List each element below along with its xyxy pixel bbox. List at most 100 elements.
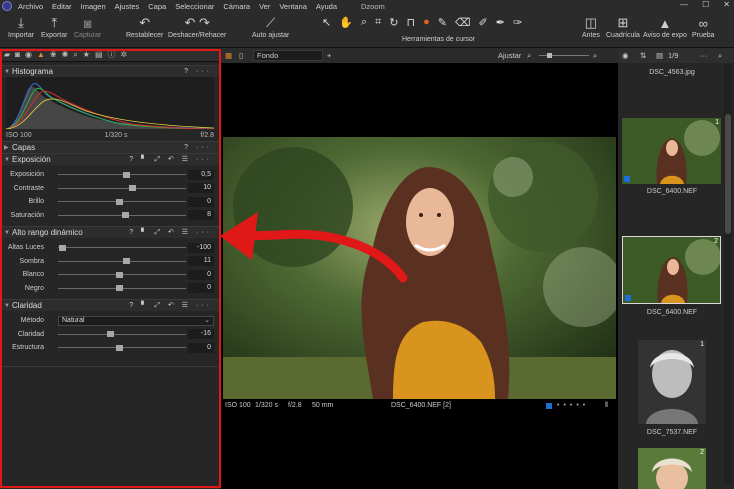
slider-track[interactable]: [58, 244, 186, 251]
zoom-slider[interactable]: [539, 53, 589, 58]
slider-value[interactable]: 0: [188, 283, 214, 294]
menu-imagen[interactable]: Imagen: [81, 2, 106, 11]
grid-button[interactable]: ⊞ Cuadrícula: [606, 14, 640, 39]
clipboard-icon[interactable]: ▤: [95, 50, 103, 59]
exposure-tab-icon[interactable]: ▲: [37, 50, 45, 59]
section-tools[interactable]: ? ▘ ⤢ ↶ ☰ ···: [129, 155, 212, 164]
crop-icon[interactable]: ⌗: [375, 16, 381, 29]
slider-row[interactable]: Contraste 10: [0, 182, 220, 196]
zoom-in-icon[interactable]: ⌕: [593, 51, 597, 61]
menu-ventana[interactable]: Ventana: [279, 2, 307, 11]
menu-ver[interactable]: Ver: [259, 2, 270, 11]
section-tools[interactable]: ? ···: [184, 144, 212, 151]
histogram-header[interactable]: ▼ Histograma ? ···: [0, 65, 220, 77]
browser-scrollbar[interactable]: [724, 64, 732, 484]
slider-value[interactable]: 11: [188, 256, 214, 267]
add-icon[interactable]: +: [327, 51, 331, 60]
slider-knob[interactable]: [116, 198, 124, 205]
layers-header[interactable]: ▶ Capas ? ···: [0, 141, 220, 153]
slider-track[interactable]: [58, 185, 186, 192]
slider-track[interactable]: [58, 171, 186, 178]
menu-ayuda[interactable]: Ayuda: [316, 2, 337, 11]
menu-camara[interactable]: Cámara: [223, 2, 250, 11]
menu-capa[interactable]: Capa: [148, 2, 166, 11]
slider-row[interactable]: Exposición 0,5: [0, 168, 220, 182]
thumbnail-2-selected[interactable]: 2: [622, 236, 721, 304]
rating-dots[interactable]: •••••: [557, 402, 589, 409]
zoom-knob[interactable]: [547, 53, 552, 58]
menu-editar[interactable]: Editar: [52, 2, 72, 11]
minimize-icon[interactable]: —: [680, 0, 688, 9]
color-tag-icon[interactable]: [625, 295, 631, 301]
slider-value[interactable]: 0: [188, 269, 214, 280]
capture-button[interactable]: ◙ Capturar: [74, 14, 101, 40]
hdr-header[interactable]: ▼ Alto rango dinámico ? ▘ ⤢ ↶ ☰ ···: [0, 226, 220, 238]
menu-seleccionar[interactable]: Seleccionar: [175, 2, 214, 11]
spot-icon[interactable]: ●: [423, 16, 430, 29]
thumbnail-4[interactable]: 2: [638, 448, 706, 489]
eraser-icon[interactable]: ⌫: [455, 16, 471, 29]
folder-icon[interactable]: ▰: [4, 50, 10, 59]
lens-icon[interactable]: ◉: [25, 50, 32, 59]
slider-track[interactable]: [58, 331, 186, 338]
sort-icon[interactable]: ⇅: [640, 51, 646, 60]
color-tag-icon[interactable]: [624, 176, 630, 182]
info-icon[interactable]: ⓘ: [108, 49, 116, 60]
slider-value[interactable]: 0: [188, 342, 214, 353]
brush-icon[interactable]: ✎: [438, 16, 447, 29]
slider-track[interactable]: [58, 285, 186, 292]
slider-value[interactable]: -16: [188, 329, 214, 340]
thumbnail-1[interactable]: 1: [622, 118, 721, 184]
proof-button[interactable]: ∞ Prueba: [692, 14, 715, 40]
star-icon[interactable]: ★: [83, 50, 90, 59]
exposure-warning-button[interactable]: ▲ Aviso de expo: [643, 14, 687, 40]
rotate-icon[interactable]: ↻: [389, 16, 398, 29]
undo-redo-button[interactable]: ↶ ↷ Deshacer/Rehacer: [168, 14, 226, 39]
menu-archivo[interactable]: Archivo: [18, 2, 43, 11]
slider-row[interactable]: Sombra 11: [0, 255, 220, 269]
color-picker-icon[interactable]: ✒: [496, 16, 505, 29]
keystone-icon[interactable]: ⊓: [407, 16, 416, 29]
method-select[interactable]: Natural ⌄: [58, 315, 214, 326]
wb-picker-icon[interactable]: ✑: [513, 16, 522, 29]
close-icon[interactable]: ✕: [723, 0, 730, 9]
before-button[interactable]: ◫ Antes: [582, 14, 600, 39]
hand-icon[interactable]: ✋: [339, 16, 353, 29]
camera-tab-icon[interactable]: ◙: [15, 50, 20, 59]
slider-knob[interactable]: [129, 185, 137, 192]
slider-row[interactable]: Saturación 8: [0, 209, 220, 223]
slider-track[interactable]: [58, 271, 186, 278]
color-tag-icon[interactable]: [546, 403, 552, 409]
maximize-icon[interactable]: ☐: [702, 0, 709, 9]
search-icon[interactable]: ⌕: [73, 50, 77, 60]
fit-label[interactable]: Ajustar: [498, 51, 521, 60]
slider-value[interactable]: 0,5: [188, 169, 214, 180]
scroll-thumb[interactable]: [725, 114, 731, 234]
slider-row[interactable]: Blanco 0: [0, 268, 220, 282]
clarity-header[interactable]: ▼ Claridad ? ▘ ⤢ ↶ ☰ ···: [0, 299, 220, 311]
detail-icon[interactable]: ✺: [62, 50, 69, 59]
eye-icon[interactable]: ◉: [622, 51, 629, 60]
slider-value[interactable]: 8: [188, 210, 214, 221]
zoom-out-icon[interactable]: ⌕: [527, 51, 531, 61]
slider-knob[interactable]: [121, 212, 129, 219]
section-tools[interactable]: ? ···: [184, 68, 212, 75]
browser-menu-icon[interactable]: ···: [700, 51, 708, 60]
settings-icon[interactable]: ✲: [121, 50, 128, 59]
menu-ajustes[interactable]: Ajustes: [115, 2, 140, 11]
auto-adjust-button[interactable]: ⟋ Auto ajustar: [252, 14, 289, 39]
slider-value[interactable]: 10: [188, 183, 214, 194]
slider-row[interactable]: Brillo 0: [0, 195, 220, 209]
reset-button[interactable]: ↶ Restablecer: [126, 14, 163, 39]
filmstrip-icon[interactable]: ⫴: [605, 402, 608, 410]
zoom-icon[interactable]: ⌕: [361, 16, 367, 29]
slider-row[interactable]: Estructura 0: [0, 341, 220, 355]
section-tools[interactable]: ? ▘ ⤢ ↶ ☰ ···: [129, 301, 212, 310]
export-button[interactable]: ⤒ Exportar: [41, 14, 67, 39]
filter-icon[interactable]: ▤: [656, 51, 663, 60]
slider-knob[interactable]: [58, 244, 66, 251]
slider-track[interactable]: [58, 198, 186, 205]
slider-knob[interactable]: [116, 271, 124, 278]
slider-knob[interactable]: [122, 258, 130, 265]
slider-row[interactable]: Altas Luces -100: [0, 241, 220, 255]
